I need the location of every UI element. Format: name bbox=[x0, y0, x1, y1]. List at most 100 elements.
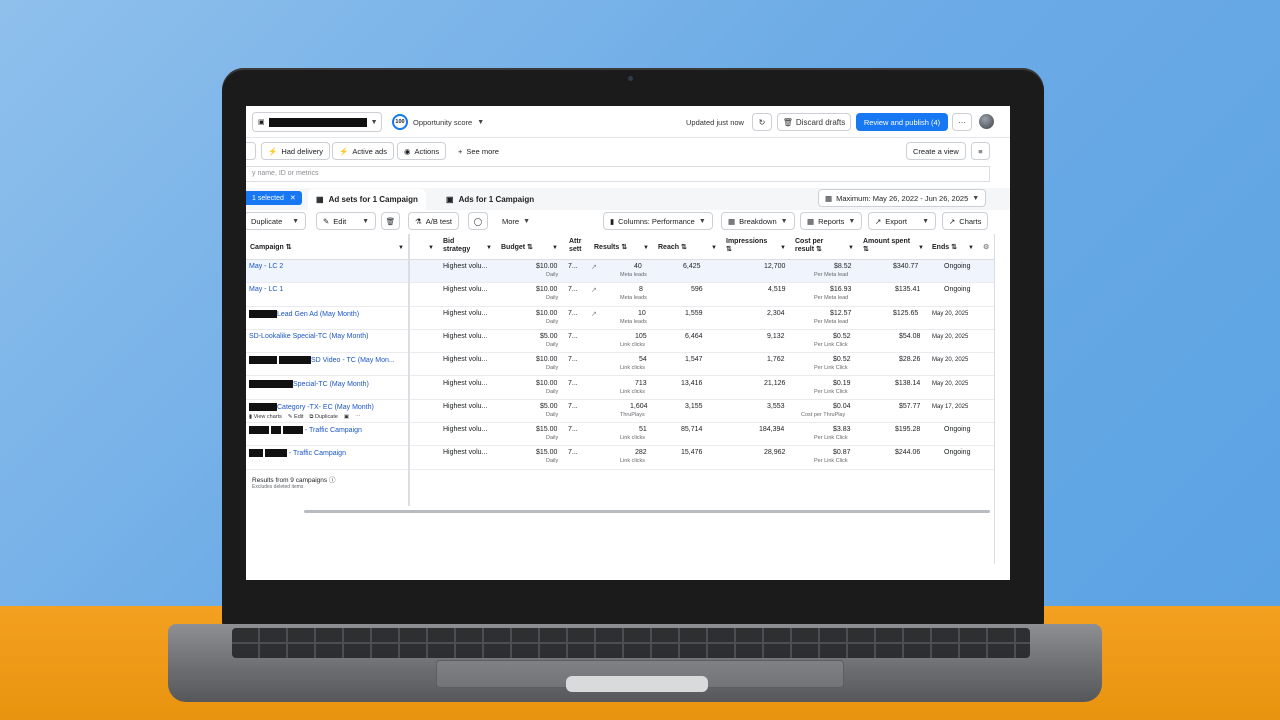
campaign-name-link[interactable]: Category -TX- EC (May Month) bbox=[249, 402, 374, 411]
chevron-down-icon: ▼ bbox=[780, 217, 788, 225]
see-more-filter[interactable]: + See more bbox=[452, 142, 505, 160]
column-header-impressions[interactable]: Impressions ⇅ bbox=[726, 238, 767, 254]
had-delivery-filter[interactable]: ⚡ Had delivery bbox=[261, 142, 331, 160]
tab-ad-sets-label: Ad sets for 1 Campaign bbox=[328, 195, 418, 204]
campaign-name-link[interactable]: - Traffic Campaign bbox=[249, 449, 346, 458]
opportunity-score[interactable]: 100 Opportunity score ▼ bbox=[392, 114, 484, 130]
attribution-cell: 7... bbox=[568, 356, 578, 364]
calendar-icon: ▦ bbox=[825, 193, 833, 203]
review-publish-button[interactable]: Review and publish (4) bbox=[856, 113, 948, 131]
table-row[interactable]: SD Video - TC (May Mon... Highest volu..… bbox=[246, 353, 994, 377]
charts-button[interactable]: ↗ Charts bbox=[942, 212, 989, 230]
table-row[interactable]: - Traffic Campaign Highest volu... $15.0… bbox=[246, 446, 994, 470]
campaign-name-link[interactable]: Special-TC (May Month) bbox=[249, 379, 369, 388]
chevron-down-icon[interactable]: ▼ bbox=[428, 244, 434, 252]
chevron-down-icon[interactable]: ▼ bbox=[780, 244, 786, 252]
column-header-budget[interactable]: Budget ⇅ bbox=[501, 244, 533, 252]
campaign-name-link[interactable]: May - LC 2 bbox=[249, 263, 283, 270]
redacted-text bbox=[270, 426, 281, 435]
export-button[interactable]: ↗ Export ▼ bbox=[868, 212, 936, 230]
table-row[interactable]: Category -TX- EC (May Month) ▮ View char… bbox=[246, 400, 994, 424]
chevron-down-icon[interactable]: ▼ bbox=[848, 244, 854, 252]
duplicate-link[interactable]: ⧉ Duplicate bbox=[310, 414, 338, 421]
column-header-cost-per-result[interactable]: Cost per result ⇅ bbox=[795, 238, 823, 254]
column-header-bid-strategy[interactable]: Bid strategy bbox=[443, 238, 470, 254]
chevron-down-icon[interactable]: ▼ bbox=[968, 244, 974, 252]
table-row[interactable]: May - LC 2 Highest volu... $10.00 Daily … bbox=[246, 260, 994, 284]
column-header-attribution[interactable]: Attr sett bbox=[569, 238, 581, 254]
results-summary: Results from 9 campaigns ⓘ bbox=[252, 474, 335, 484]
cost-per-result-cell: $8.52 bbox=[834, 263, 852, 270]
results-type: Link clicks bbox=[620, 458, 646, 465]
budget-cell: $15.00 bbox=[536, 449, 558, 457]
campaign-name-link[interactable]: May - LC 1 bbox=[249, 286, 283, 293]
chevron-down-icon[interactable]: ▼ bbox=[486, 244, 492, 252]
campaign-name-link[interactable]: SD Video - TC (May Mon... bbox=[249, 356, 395, 365]
frozen-column-divider[interactable] bbox=[408, 234, 410, 506]
tag-button[interactable]: ◯ bbox=[468, 212, 488, 230]
column-header-results[interactable]: Results ⇅ bbox=[594, 244, 627, 252]
edit-button[interactable]: ✎ Edit ▼ bbox=[316, 212, 376, 230]
table-row[interactable]: Lead Gen Ad (May Month) Highest volu... … bbox=[246, 307, 994, 330]
tab-ads[interactable]: ▣ Ads for 1 Campaign bbox=[438, 189, 542, 210]
results-type: Link clicks bbox=[620, 365, 646, 372]
column-header-amount-spent[interactable]: Amount spent ⇅ bbox=[863, 238, 910, 254]
table-row[interactable]: - Traffic Campaign Highest volu... $15.0… bbox=[246, 423, 994, 447]
edit-link[interactable]: ✎ Edit bbox=[288, 414, 304, 421]
breakdown-button[interactable]: ▦ Breakdown ▼ bbox=[721, 212, 795, 230]
create-view-button[interactable]: Create a view bbox=[906, 142, 966, 160]
ab-test-button[interactable]: ⚗ A/B test bbox=[408, 212, 459, 230]
active-ads-filter[interactable]: ⚡ Active ads bbox=[332, 142, 394, 160]
more-options-button[interactable]: ··· bbox=[952, 113, 972, 131]
search-input[interactable]: y name, ID or metrics bbox=[246, 166, 990, 182]
filter-chip-partial[interactable] bbox=[246, 142, 256, 160]
account-selector[interactable]: ▣ ▼ bbox=[252, 112, 382, 132]
view-charts-link[interactable]: ▮ View charts bbox=[249, 414, 282, 421]
impressions-cell: 28,962 bbox=[764, 449, 786, 457]
refresh-button[interactable]: ↻ bbox=[752, 113, 772, 131]
column-header-campaign[interactable]: Campaign ⇅ bbox=[250, 244, 292, 252]
discard-drafts-button[interactable]: 🗑 Discard drafts bbox=[777, 113, 851, 131]
delete-button[interactable]: 🗑 bbox=[381, 212, 400, 230]
column-header-ends[interactable]: Ends ⇅ bbox=[932, 244, 957, 252]
column-header-reach[interactable]: Reach ⇅ bbox=[658, 244, 687, 252]
opportunity-score-badge: 100 bbox=[392, 114, 408, 130]
info-icon[interactable]: ⓘ bbox=[329, 477, 336, 484]
chevron-down-icon[interactable]: ▼ bbox=[398, 244, 404, 252]
table-row[interactable]: Special-TC (May Month) Highest volu... $… bbox=[246, 377, 994, 400]
selected-count-pill[interactable]: 1 selected ✕ bbox=[246, 191, 302, 205]
table-row[interactable]: May - LC 1 Highest volu... $10.00 Daily … bbox=[246, 283, 994, 307]
chevron-down-icon[interactable]: ▼ bbox=[643, 244, 649, 252]
campaign-name-link[interactable]: SD-Lookalike Special-TC (May Month) bbox=[249, 333, 368, 340]
more-menu-button[interactable]: More ▼ bbox=[496, 212, 537, 230]
bid-strategy-cell: Highest volu... bbox=[443, 449, 488, 457]
table-row[interactable]: SD-Lookalike Special-TC (May Month) High… bbox=[246, 330, 994, 354]
results-cell: 1,604 bbox=[630, 402, 648, 410]
chevron-down-icon[interactable]: ▼ bbox=[552, 244, 558, 252]
more-icon[interactable]: ⋯ bbox=[355, 414, 361, 421]
close-icon[interactable]: ✕ bbox=[290, 194, 296, 202]
reports-button[interactable]: ▦ Reports ▼ bbox=[800, 212, 863, 230]
bid-strategy-cell: Highest volu... bbox=[443, 426, 488, 434]
settings-sliders-button[interactable]: ≡ bbox=[971, 142, 990, 160]
horizontal-scrollbar[interactable] bbox=[304, 510, 990, 513]
refresh-icon: ↻ bbox=[758, 117, 766, 127]
budget-cell: $10.00 bbox=[536, 356, 558, 364]
ends-cell: May 20, 2025 bbox=[932, 310, 969, 317]
actions-filter[interactable]: ◉ Actions bbox=[397, 142, 447, 160]
date-range-picker[interactable]: ▦ Maximum: May 26, 2022 - Jun 26, 2025 ▼ bbox=[818, 189, 987, 207]
chevron-down-icon[interactable]: ▼ bbox=[918, 244, 924, 252]
columns-button[interactable]: ▮ Columns: Performance ▼ bbox=[603, 212, 713, 230]
pin-icon[interactable]: ▣ bbox=[344, 414, 349, 421]
avatar[interactable] bbox=[979, 114, 994, 129]
campaign-name-link[interactable]: Lead Gen Ad (May Month) bbox=[249, 309, 359, 318]
campaign-name-link[interactable]: - Traffic Campaign bbox=[249, 426, 362, 435]
tab-ad-sets[interactable]: ▦ Ad sets for 1 Campaign bbox=[308, 189, 426, 210]
duplicate-button[interactable]: Duplicate ▼ bbox=[246, 212, 306, 230]
column-settings-icon[interactable]: ⚙ bbox=[983, 244, 989, 252]
see-more-label: See more bbox=[466, 146, 499, 156]
ab-test-label: A/B test bbox=[425, 216, 452, 226]
chevron-down-icon[interactable]: ▼ bbox=[711, 244, 717, 252]
cost-per-result-cell: $0.52 bbox=[833, 332, 851, 340]
budget-period: Daily bbox=[546, 411, 559, 418]
